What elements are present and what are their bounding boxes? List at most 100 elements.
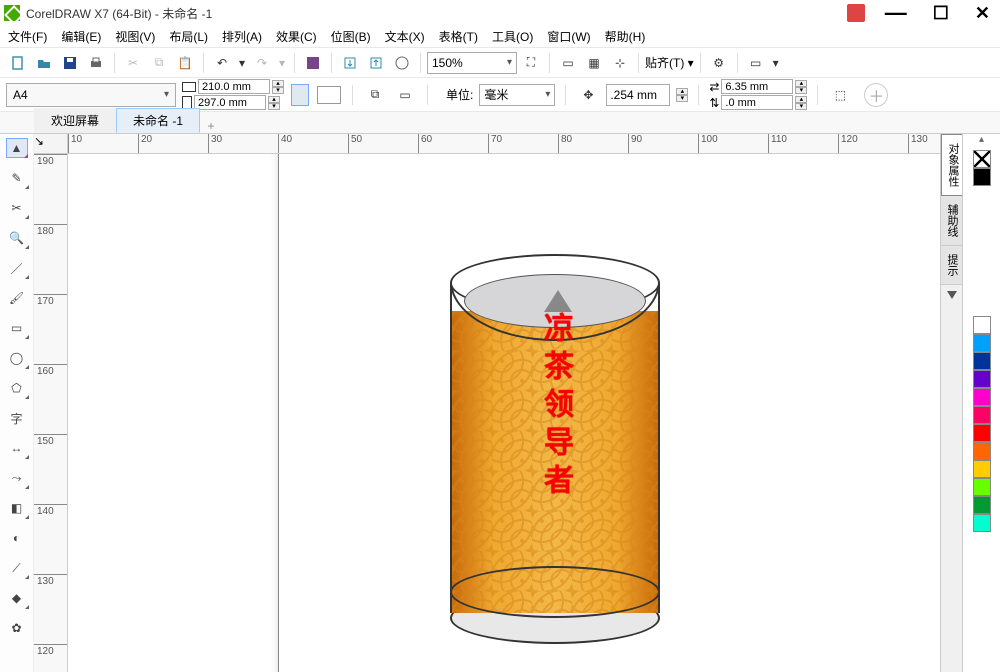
undo-dropdown-icon[interactable]: ▾ <box>236 51 248 75</box>
zoom-tool[interactable]: 🔍 <box>6 228 28 248</box>
canvas-area[interactable]: ↘ 102030405060708090100110120130 毫米 1901… <box>34 134 1000 672</box>
paper-size-combo[interactable]: A4 ▾ <box>6 83 176 107</box>
paste-icon[interactable]: 📋 <box>173 51 197 75</box>
spin-down[interactable]: ▾ <box>795 103 807 110</box>
portrait-button[interactable] <box>291 84 309 106</box>
text-tool[interactable]: 字 <box>6 408 28 428</box>
swatch-yellow[interactable] <box>973 460 991 478</box>
docker-expand-icon[interactable] <box>947 291 957 299</box>
swatch-lime[interactable] <box>973 478 991 496</box>
search-content-icon[interactable] <box>301 51 325 75</box>
swatch-black[interactable] <box>973 168 991 186</box>
launcher-dropdown-icon[interactable]: ▾ <box>770 51 782 75</box>
menu-text[interactable]: 文本(X) <box>385 28 425 45</box>
spin-down[interactable]: ▾ <box>676 95 688 102</box>
menu-window[interactable]: 窗口(W) <box>547 28 590 45</box>
docker-tab-hints[interactable]: 提示 <box>941 246 963 285</box>
connector-tool[interactable]: ⤳ <box>6 468 28 488</box>
swatch-orange[interactable] <box>973 442 991 460</box>
spin-up[interactable]: ▴ <box>795 80 807 87</box>
new-icon[interactable] <box>6 51 30 75</box>
all-pages-icon[interactable]: ⧉ <box>363 83 387 107</box>
minimize-button[interactable]: — <box>879 4 913 22</box>
fill-tool[interactable]: ◆ <box>6 588 28 608</box>
rectangle-tool[interactable]: ▭ <box>6 318 28 338</box>
import-icon[interactable] <box>338 51 362 75</box>
docker-tab-guidelines[interactable]: 辅助线 <box>941 196 963 246</box>
new-tab-button[interactable]: + <box>200 119 222 133</box>
dimension-tool[interactable]: ↔ <box>6 438 28 458</box>
show-grid-icon[interactable]: ▦ <box>582 51 606 75</box>
spin-up[interactable]: ▴ <box>272 80 284 87</box>
ellipse-tool[interactable]: ◯ <box>6 348 28 368</box>
swatch-pink[interactable] <box>973 406 991 424</box>
show-rulers-icon[interactable]: ▭ <box>556 51 580 75</box>
spin-down[interactable]: ▾ <box>795 87 807 94</box>
vertical-ruler[interactable]: 190180170160150140130120110 <box>34 154 68 672</box>
launcher-icon[interactable]: ▭ <box>744 51 768 75</box>
show-guides-icon[interactable]: ⊹ <box>608 51 632 75</box>
can-artwork[interactable]: 凉茶领导者 <box>450 254 660 644</box>
units-combo[interactable]: 毫米 ▾ <box>479 84 555 106</box>
swatch-purple[interactable] <box>973 370 991 388</box>
tab-welcome[interactable]: 欢迎屏幕 <box>34 108 116 133</box>
shape-tool[interactable]: ✎ <box>6 168 28 188</box>
menu-view[interactable]: 视图(V) <box>115 28 155 45</box>
polygon-tool[interactable]: ⬠ <box>6 378 28 398</box>
duplicate-x-input[interactable] <box>721 79 793 94</box>
swatch-white[interactable] <box>973 316 991 334</box>
menu-edit[interactable]: 编辑(E) <box>61 28 101 45</box>
duplicate-y-input[interactable] <box>721 95 793 110</box>
swatch-green[interactable] <box>973 496 991 514</box>
smart-fill-tool[interactable]: ✿ <box>6 618 28 638</box>
current-page-icon[interactable]: ▭ <box>393 83 417 107</box>
menu-effects[interactable]: 效果(C) <box>276 28 317 45</box>
swatch-teal[interactable] <box>973 514 991 532</box>
spin-up[interactable]: ▴ <box>676 88 688 95</box>
pick-tool[interactable]: ▲ <box>6 138 28 158</box>
spin-down[interactable]: ▾ <box>268 103 280 110</box>
open-icon[interactable] <box>32 51 56 75</box>
freehand-tool[interactable]: ／ <box>6 258 28 278</box>
ruler-origin[interactable]: ↘ <box>34 134 68 154</box>
crop-tool[interactable]: ✂ <box>6 198 28 218</box>
maximize-button[interactable]: ☐ <box>927 4 955 22</box>
artistic-media-tool[interactable]: 🖌 <box>6 288 28 308</box>
page-height-input[interactable] <box>194 95 266 110</box>
spin-up[interactable]: ▴ <box>268 96 280 103</box>
save-icon[interactable] <box>58 51 82 75</box>
swatch-red[interactable] <box>973 424 991 442</box>
horizontal-ruler[interactable]: 102030405060708090100110120130 毫米 <box>68 134 1000 154</box>
swatch-magenta[interactable] <box>973 388 991 406</box>
treat-as-filled-icon[interactable]: ⬚ <box>828 83 852 107</box>
menu-table[interactable]: 表格(T) <box>439 28 478 45</box>
eyedropper-tool[interactable]: ⟋ <box>6 558 28 578</box>
drawing-viewport[interactable]: 凉茶领导者 <box>68 154 1000 672</box>
nudge-input[interactable] <box>606 84 670 106</box>
options-icon[interactable]: ⚙ <box>707 51 731 75</box>
swatch-blue[interactable] <box>973 352 991 370</box>
undo-icon[interactable]: ↶ <box>210 51 234 75</box>
export-icon[interactable] <box>364 51 388 75</box>
swatch-none[interactable] <box>973 150 991 168</box>
spin-up[interactable]: ▴ <box>795 96 807 103</box>
swatch-cyan[interactable] <box>973 334 991 352</box>
fullscreen-icon[interactable]: ⛶ <box>519 51 543 75</box>
menu-arrange[interactable]: 排列(A) <box>222 28 262 45</box>
menu-bitmaps[interactable]: 位图(B) <box>331 28 371 45</box>
close-button[interactable]: ✕ <box>969 4 996 22</box>
menu-file[interactable]: 文件(F) <box>8 28 47 45</box>
menu-tools[interactable]: 工具(O) <box>492 28 533 45</box>
palette-scroll-up[interactable]: ▴ <box>979 134 984 150</box>
spin-down[interactable]: ▾ <box>272 87 284 94</box>
add-preset-button[interactable]: ＋ <box>864 83 888 107</box>
menu-help[interactable]: 帮助(H) <box>605 28 646 45</box>
account-icon[interactable] <box>847 4 865 22</box>
page-width-input[interactable] <box>198 79 270 94</box>
drop-shadow-tool[interactable]: ◧ <box>6 498 28 518</box>
snap-dropdown[interactable]: 贴齐(T) ▾ <box>645 54 694 71</box>
print-icon[interactable] <box>84 51 108 75</box>
menu-layout[interactable]: 布局(L) <box>169 28 208 45</box>
publish-pdf-icon[interactable] <box>390 51 414 75</box>
transparency-tool[interactable]: ◐ <box>6 528 28 548</box>
